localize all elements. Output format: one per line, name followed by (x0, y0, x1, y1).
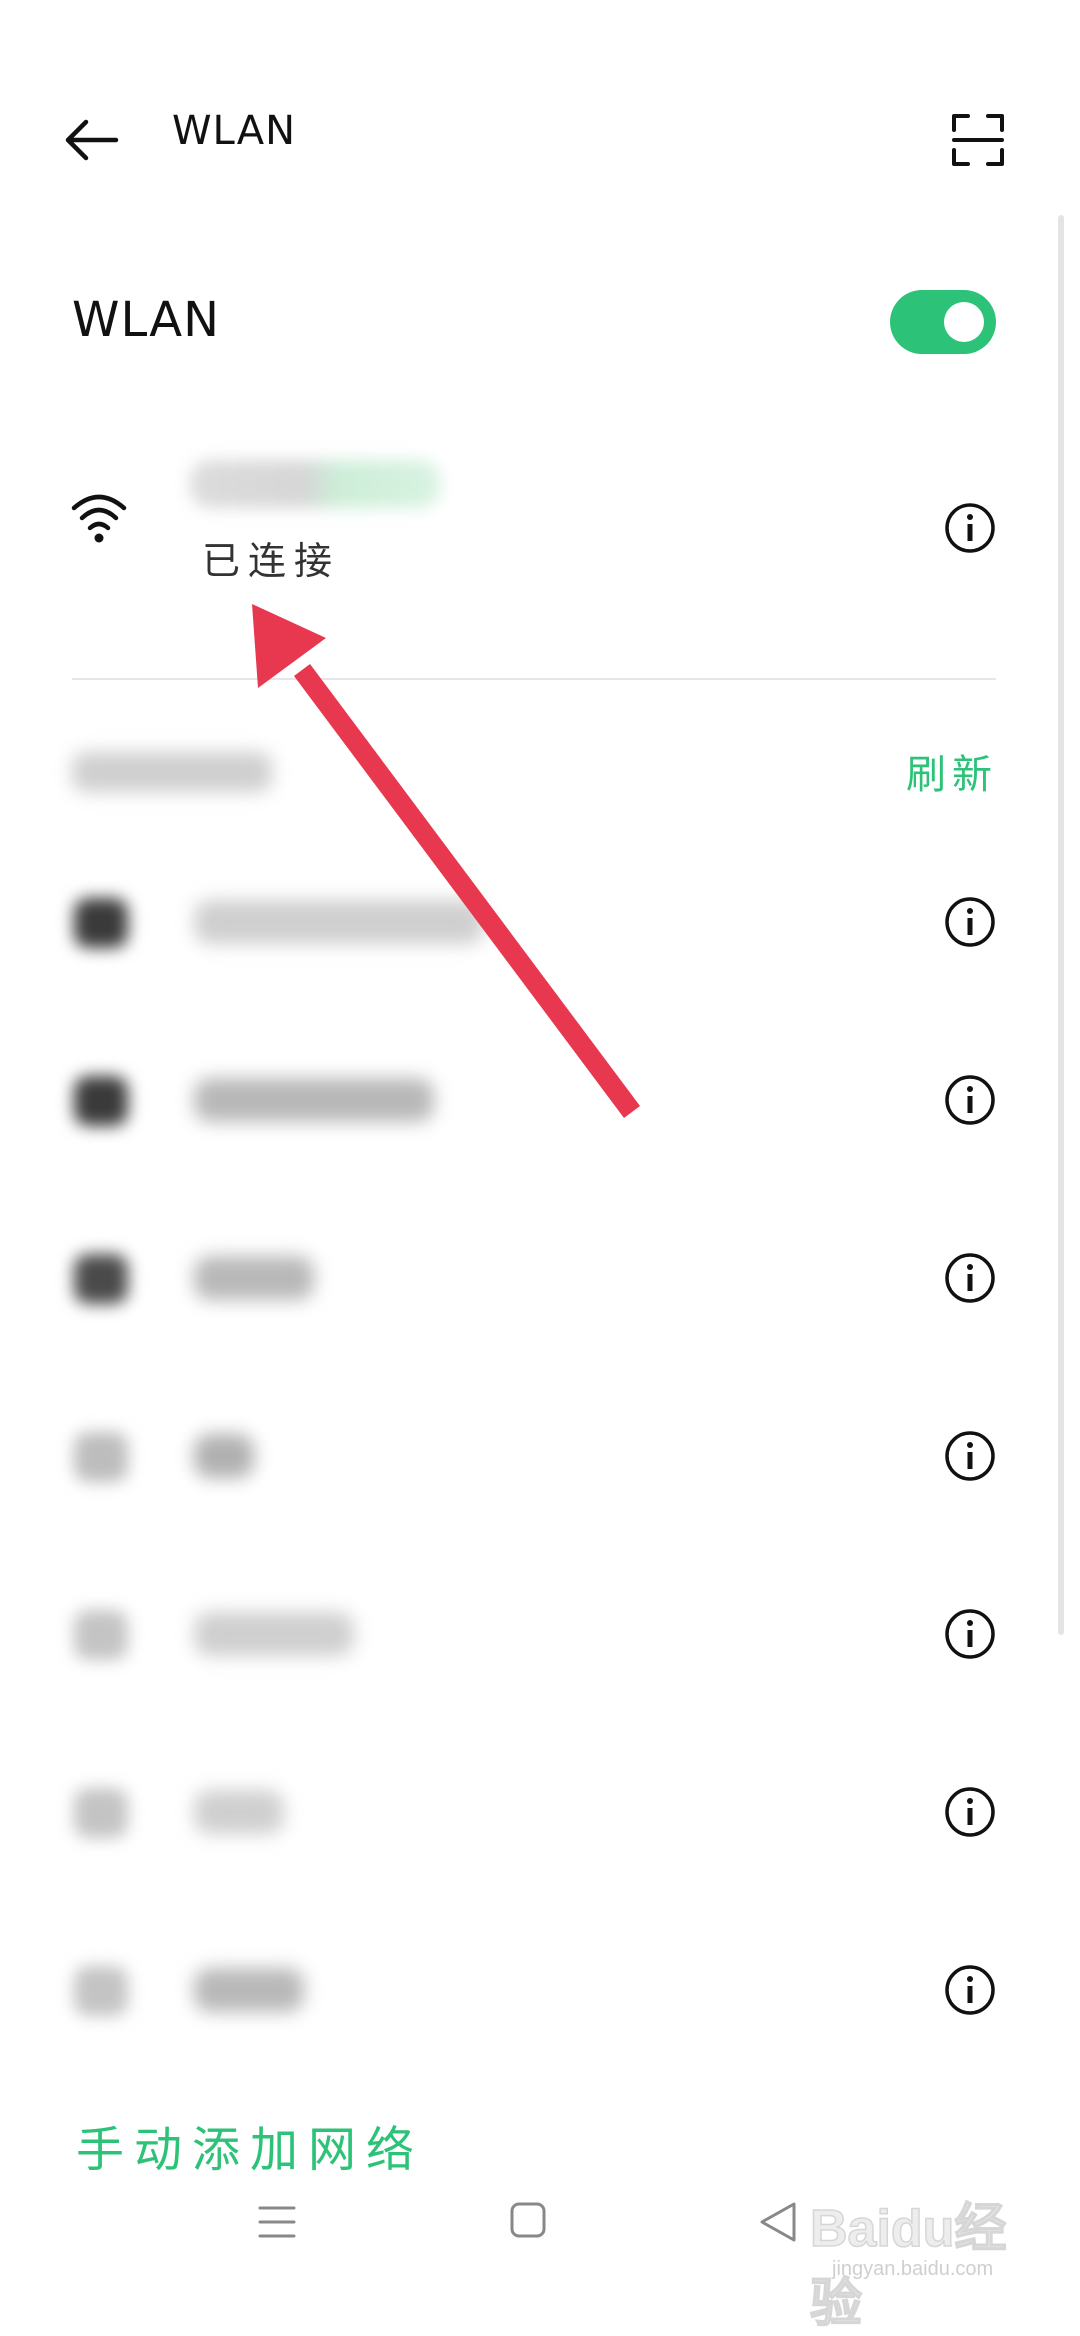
scan-button[interactable] (950, 112, 1006, 168)
divider (72, 678, 996, 680)
status-bar (0, 0, 1080, 40)
refresh-button[interactable]: 刷新 (906, 742, 998, 800)
network-name-redacted (190, 460, 440, 508)
square-icon[interactable] (510, 2202, 546, 2238)
wifi-signal-icon (74, 1432, 128, 1482)
network-name-redacted (194, 1434, 254, 1478)
info-icon[interactable] (944, 1074, 996, 1126)
info-icon[interactable] (944, 1608, 996, 1660)
back-button[interactable] (62, 110, 122, 170)
triangle-back-icon[interactable] (758, 2200, 798, 2244)
network-row[interactable] (0, 1572, 1080, 1692)
watermark: Baidu经验 jingyan.baidu.com (809, 2172, 1030, 2334)
network-row[interactable] (0, 1750, 1080, 1870)
scan-icon (952, 114, 1004, 166)
network-row[interactable] (0, 1216, 1080, 1336)
network-row[interactable] (0, 1928, 1080, 2048)
wifi-icon (71, 494, 127, 543)
watermark-url: jingyan.baidu.com (832, 2258, 994, 2280)
wifi-signal-icon (74, 1788, 128, 1838)
section-title-redacted (72, 752, 272, 792)
wifi-signal-icon (74, 1076, 128, 1126)
connection-status: 已连接 (202, 539, 341, 583)
network-row[interactable] (0, 860, 1080, 980)
network-name-redacted (194, 1078, 434, 1122)
network-name-redacted (194, 1790, 284, 1834)
network-name-redacted (194, 900, 484, 944)
arrow-left-icon (65, 119, 119, 161)
info-icon[interactable] (944, 502, 996, 554)
available-networks-header: 刷新 (0, 740, 1080, 810)
page-title: WLAN (172, 108, 297, 154)
info-icon[interactable] (944, 1786, 996, 1838)
menu-icon[interactable] (258, 2204, 296, 2240)
wlan-toggle-row[interactable]: WLAN (0, 270, 1080, 380)
network-row[interactable] (0, 1038, 1080, 1158)
wlan-switch[interactable] (890, 290, 996, 354)
switch-knob (944, 302, 984, 342)
connected-network-row[interactable]: 已连接 (0, 440, 1080, 600)
wifi-signal-icon (74, 1610, 128, 1660)
network-name-redacted (194, 1256, 314, 1300)
network-row[interactable] (0, 1394, 1080, 1514)
info-icon[interactable] (944, 1964, 996, 2016)
wifi-signal-icon (74, 1966, 128, 2016)
info-icon[interactable] (944, 896, 996, 948)
network-name-redacted (194, 1968, 304, 2012)
wifi-signal-icon (74, 898, 128, 948)
network-name-redacted (194, 1612, 354, 1656)
app-bar: WLAN (0, 80, 1080, 190)
navigation-bar: Baidu经验 jingyan.baidu.com (0, 2160, 1080, 2334)
info-icon[interactable] (944, 1252, 996, 1304)
wifi-signal-icon (74, 1254, 128, 1304)
info-icon[interactable] (944, 1430, 996, 1482)
wlan-label: WLAN (72, 292, 221, 348)
